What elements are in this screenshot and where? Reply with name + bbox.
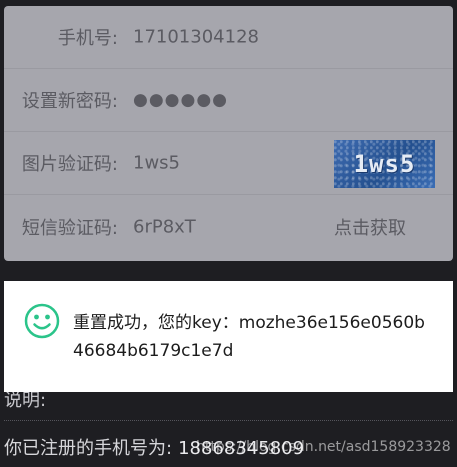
smiley-icon bbox=[24, 303, 60, 339]
registered-phone-label: 你已注册的手机号为: bbox=[4, 438, 173, 459]
get-sms-code-button[interactable]: 点击获取 bbox=[334, 214, 406, 240]
success-toast: 重置成功，您的key：mozhe36e156e0560b46684b6179c1… bbox=[4, 281, 453, 392]
image-captcha-input[interactable]: 1ws5 bbox=[133, 153, 180, 174]
reset-password-form: 手机号: 17101304128 设置新密码: ●●●●●● 图片验证码: 1w… bbox=[4, 6, 453, 261]
phone-input[interactable]: 17101304128 bbox=[133, 27, 259, 48]
new-password-row: 设置新密码: ●●●●●● bbox=[4, 69, 453, 132]
toast-message: 重置成功，您的key：mozhe36e156e0560b46684b6179c1… bbox=[73, 313, 425, 361]
captcha-image[interactable]: 1ws5 bbox=[334, 140, 435, 188]
captcha-image-text: 1ws5 bbox=[353, 150, 416, 178]
image-captcha-row: 图片验证码: 1ws5 1ws5 bbox=[4, 132, 453, 195]
image-captcha-label: 图片验证码: bbox=[21, 154, 118, 175]
phone-row: 手机号: 17101304128 bbox=[4, 6, 453, 69]
new-password-label: 设置新密码: bbox=[21, 91, 118, 112]
sms-code-row: 短信验证码: 6rP8xT 点击获取 bbox=[4, 195, 453, 258]
phone-label: 手机号: bbox=[57, 28, 118, 49]
watermark-url: https://blog.csdn.net/asd158923328 bbox=[196, 439, 451, 455]
dotted-divider bbox=[4, 420, 453, 421]
sms-code-input[interactable]: 6rP8xT bbox=[133, 216, 196, 237]
new-password-input[interactable]: ●●●●●● bbox=[133, 90, 228, 110]
sms-code-label: 短信验证码: bbox=[21, 217, 118, 239]
